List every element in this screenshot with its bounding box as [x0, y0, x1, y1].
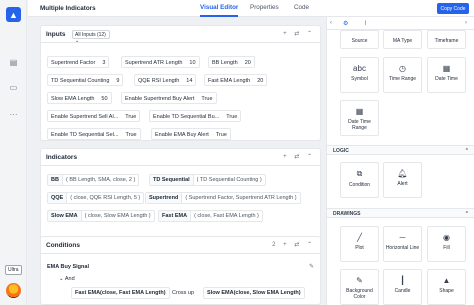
input-chip[interactable]: BB Length 20	[208, 56, 255, 68]
toolbox-panel: ‹ ⚙ ⌇ › Source MA Type Timeframe abc Symb…	[326, 17, 474, 305]
conditions-header: Conditions 2 + ⇄ ⌃	[41, 237, 320, 254]
tile-plot[interactable]: ╱ Plot	[340, 226, 379, 262]
copy-code-button[interactable]: Copy Code	[437, 3, 469, 14]
conditions-actions[interactable]: 2 + ⇄ ⌃	[272, 241, 315, 248]
horizontal-line-icon: ─	[399, 233, 406, 242]
tile-symbol[interactable]: abc Symbol	[340, 57, 379, 93]
condition-operator[interactable]: Cross up	[172, 287, 194, 299]
section-logic[interactable]: LOGIC ⌃	[327, 145, 474, 155]
input-chip[interactable]: Enable TD Sequential Bu... True	[149, 110, 242, 122]
clock-icon: ◷	[399, 64, 406, 73]
more-icon[interactable]: ···	[8, 110, 19, 119]
tile-source[interactable]: Source	[340, 30, 379, 49]
top-bar: Multiple Indicators Visual Editor Proper…	[28, 0, 474, 17]
condition-left[interactable]: Fast EMA(close, Fast EMA Length)	[71, 287, 170, 299]
input-chip[interactable]: QQE RSI Length 14	[134, 74, 197, 86]
conditions-title: Conditions	[46, 242, 80, 249]
condition-icon: ⧉	[356, 169, 363, 178]
abc-icon: abc	[353, 64, 366, 73]
tab-code[interactable]: Code	[294, 4, 309, 17]
input-chip[interactable]: Enable Supertrend Sell Al... True	[47, 110, 141, 122]
editor-canvas: Inputs All Inputs (12) ⌄ + ⇄ ⌃ Supertren…	[28, 17, 326, 305]
inputs-header: Inputs All Inputs (12) ⌄ + ⇄ ⌃	[41, 26, 320, 44]
tile-condition[interactable]: ⧉ Condition	[340, 162, 379, 198]
plot-icon: ╱	[357, 233, 362, 242]
tile-alert[interactable]: 🔔︎ Alert	[383, 162, 422, 198]
inputs-title: Inputs	[46, 31, 66, 38]
input-chip[interactable]: Supertrend ATR Length 10	[121, 56, 200, 68]
input-chip[interactable]: Enable Supertrend Buy Alert True	[121, 92, 217, 104]
calendar-icon: ▦	[442, 64, 451, 73]
shape-icon: ▲	[442, 276, 451, 285]
input-chip[interactable]: Supertrend Factor 3	[47, 56, 110, 68]
tile-time-range[interactable]: ◷ Time Range	[383, 57, 422, 93]
input-chip[interactable]: Slow EMA Length 50	[47, 92, 112, 104]
indicators-actions[interactable]: + ⇄ ⌃	[283, 153, 315, 160]
candle-icon: ┃	[400, 276, 405, 285]
indicator-chip[interactable]: Supertrend( Supertrend Factor, Supertren…	[145, 192, 301, 204]
input-chip[interactable]: Enable TD Sequential Sel... True	[47, 128, 141, 140]
close-icon[interactable]: ›	[465, 20, 467, 26]
condition-right[interactable]: Slow EMA(close, Slow EMA Length)	[203, 287, 305, 299]
calendar-range-icon: ▦	[355, 107, 364, 116]
logic-operator[interactable]: ⌄ And	[59, 276, 75, 282]
indicator-chip[interactable]: BB( BB Length, SMA, close, 2 )	[47, 174, 140, 186]
page-title: Multiple Indicators	[40, 5, 96, 12]
indicator-chip[interactable]: QQE( close, QQE RSI Length, 5 )	[47, 192, 145, 204]
indicator-chip[interactable]: Slow EMA( close, Slow EMA Length )	[47, 210, 155, 222]
inputs-filter-select[interactable]: All Inputs (12) ⌄	[72, 30, 110, 44]
edit-icon[interactable]: ✎	[309, 263, 314, 270]
chevron-up-icon: ⌃	[464, 148, 469, 154]
indicators-panel: Indicators + ⇄ ⌃ BB( BB Length, SMA, clo…	[40, 148, 321, 241]
chevron-up-icon: ⌃	[464, 211, 469, 217]
chart-icon[interactable]: ▤	[8, 58, 19, 67]
tile-fill[interactable]: ◉ Fill	[427, 226, 466, 262]
card-icon[interactable]: ▭	[8, 83, 19, 92]
tile-candle[interactable]: ┃ Candle	[383, 269, 422, 305]
input-chip[interactable]: Enable EMA Buy Alert True	[151, 128, 231, 140]
blocks-icon[interactable]: ⚙	[343, 20, 348, 27]
input-chip[interactable]: Fast EMA Length 20	[204, 74, 268, 86]
paint-icon: ✎	[356, 276, 363, 285]
inputs-actions[interactable]: + ⇄ ⌃	[283, 30, 315, 37]
bell-icon: 🔔︎	[397, 169, 408, 178]
conditions-panel: Conditions 2 + ⇄ ⌃ EMA Buy Signal ✎ ⌄ An…	[40, 236, 321, 305]
indicator-chip[interactable]: TD Sequential( TD Sequential Counting )	[149, 174, 266, 186]
indicators-title: Indicators	[46, 154, 78, 161]
collapse-icon[interactable]: ‹	[330, 20, 332, 26]
plan-badge: Ultra	[5, 265, 22, 275]
avatar[interactable]	[6, 283, 21, 298]
toolbox-tabs: ‹ ⚙ ⌇ ›	[327, 17, 474, 30]
inputs-panel: Inputs All Inputs (12) ⌄ + ⇄ ⌃ Supertren…	[40, 25, 321, 141]
indicators-header: Indicators + ⇄ ⌃	[41, 149, 320, 166]
indicator-chip[interactable]: Fast EMA( close, Fast EMA Length )	[158, 210, 263, 222]
chart-tab-icon[interactable]: ⌇	[364, 20, 367, 27]
tab-visual-editor[interactable]: Visual Editor	[200, 4, 239, 17]
section-drawings[interactable]: DRAWINGS ⌃	[327, 208, 474, 218]
app-logo[interactable]: ▲	[6, 7, 21, 22]
tile-timeframe[interactable]: Timeframe	[427, 30, 466, 49]
tile-shape[interactable]: ▲ Shape	[427, 269, 466, 305]
tile-horizontal-line[interactable]: ─ Horizontal Line	[383, 226, 422, 262]
tile-ma-type[interactable]: MA Type	[383, 30, 422, 49]
input-chip[interactable]: TD Sequential Counting 9	[47, 74, 124, 86]
fill-icon: ◉	[443, 233, 450, 242]
tab-properties[interactable]: Properties	[250, 4, 279, 17]
left-rail: ▲ ▤ ▭ ··· Ultra	[0, 0, 27, 305]
condition-name: EMA Buy Signal	[47, 264, 89, 270]
tile-date-time-range[interactable]: ▦ Date Time Range	[340, 100, 379, 136]
tile-background-color[interactable]: ✎ Background Color	[340, 269, 379, 305]
tile-date-time[interactable]: ▦ Date Time	[427, 57, 466, 93]
